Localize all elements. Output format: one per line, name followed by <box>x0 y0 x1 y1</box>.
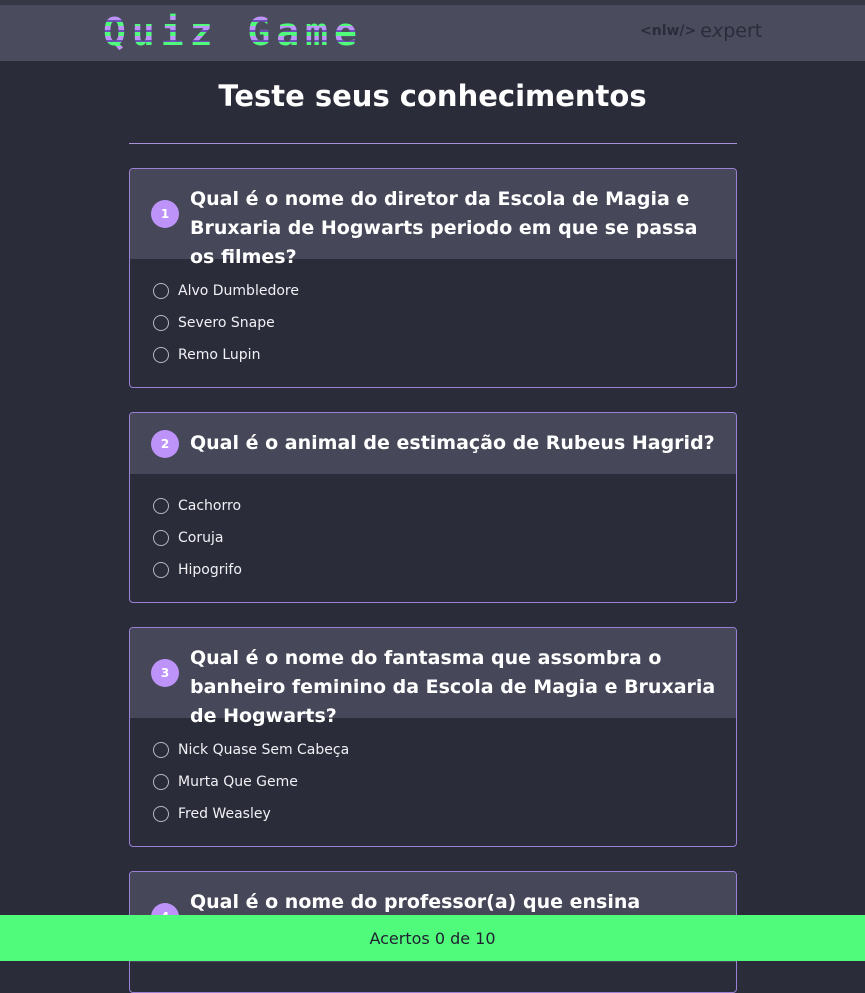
radio-button[interactable] <box>153 347 169 363</box>
radio-button[interactable] <box>153 562 169 578</box>
answer-label: Fred Weasley <box>178 806 271 822</box>
radio-button[interactable] <box>153 530 169 546</box>
question-text: Qual é o nome do professor(a) que ensina <box>190 891 641 913</box>
radio-button[interactable] <box>153 283 169 299</box>
radio-button[interactable] <box>153 742 169 758</box>
question-number-badge: 3 <box>151 659 179 687</box>
radio-button[interactable] <box>153 315 169 331</box>
answer-option[interactable]: Murta Que Geme <box>153 772 298 792</box>
question-text: Qual é o nome do fantasma que assombra o… <box>190 647 716 727</box>
page-title: Teste seus conhecimentos <box>218 79 647 113</box>
radio-button[interactable] <box>153 806 169 822</box>
answer-label: Remo Lupin <box>178 347 261 363</box>
answer-option[interactable]: Coruja <box>153 528 223 548</box>
answer-option[interactable]: Fred Weasley <box>153 804 271 824</box>
question-card-1: 1 Qual é o nome do diretor da Escola de … <box>129 168 737 388</box>
answer-option[interactable]: Remo Lupin <box>153 345 260 365</box>
expert-word: expert <box>700 20 763 42</box>
radio-button[interactable] <box>153 498 169 514</box>
answer-label: Murta Que Geme <box>178 774 298 790</box>
answer-option[interactable]: Hipogrifo <box>153 560 242 580</box>
radio-button[interactable] <box>153 774 169 790</box>
app-header: Quiz Game <nlw/> expert <box>0 5 865 61</box>
question-number-badge: 1 <box>151 200 179 228</box>
quiz-game-logo: Quiz Game <box>103 10 363 54</box>
question-header: 3 Qual é o nome do fantasma que assombra… <box>130 628 736 727</box>
score-text: Acertos 0 de 10 <box>369 929 496 948</box>
answer-label: Nick Quase Sem Cabeça <box>178 742 350 758</box>
question-card-2: 2 Qual é o animal de estimação de Rubeus… <box>129 412 737 603</box>
answer-label: Alvo Dumbledore <box>178 283 299 299</box>
question-text: Qual é o nome do diretor da Escola de Ma… <box>190 188 698 268</box>
question-card-3: 3 Qual é o nome do fantasma que assombra… <box>129 627 737 847</box>
answer-option[interactable]: Severo Snape <box>153 313 275 333</box>
score-footer: Acertos 0 de 10 <box>0 915 865 961</box>
answer-label: Coruja <box>178 530 224 546</box>
question-number-badge: 2 <box>151 430 179 458</box>
answer-option[interactable]: Cachorro <box>153 496 241 516</box>
answer-label: Hipogrifo <box>178 562 242 578</box>
answer-option[interactable]: Nick Quase Sem Cabeça <box>153 740 349 760</box>
answer-label: Cachorro <box>178 498 242 514</box>
answer-option[interactable]: Alvo Dumbledore <box>153 281 299 301</box>
question-text: Qual é o animal de estimação de Rubeus H… <box>190 432 715 454</box>
title-divider <box>129 143 737 144</box>
question-header: 1 Qual é o nome do diretor da Escola de … <box>130 169 736 268</box>
nlw-tag: <nlw/> <box>640 23 697 39</box>
nlw-expert-logo: <nlw/> expert <box>640 20 762 42</box>
question-header: 2 Qual é o animal de estimação de Rubeus… <box>130 413 736 474</box>
answer-label: Severo Snape <box>178 315 275 331</box>
